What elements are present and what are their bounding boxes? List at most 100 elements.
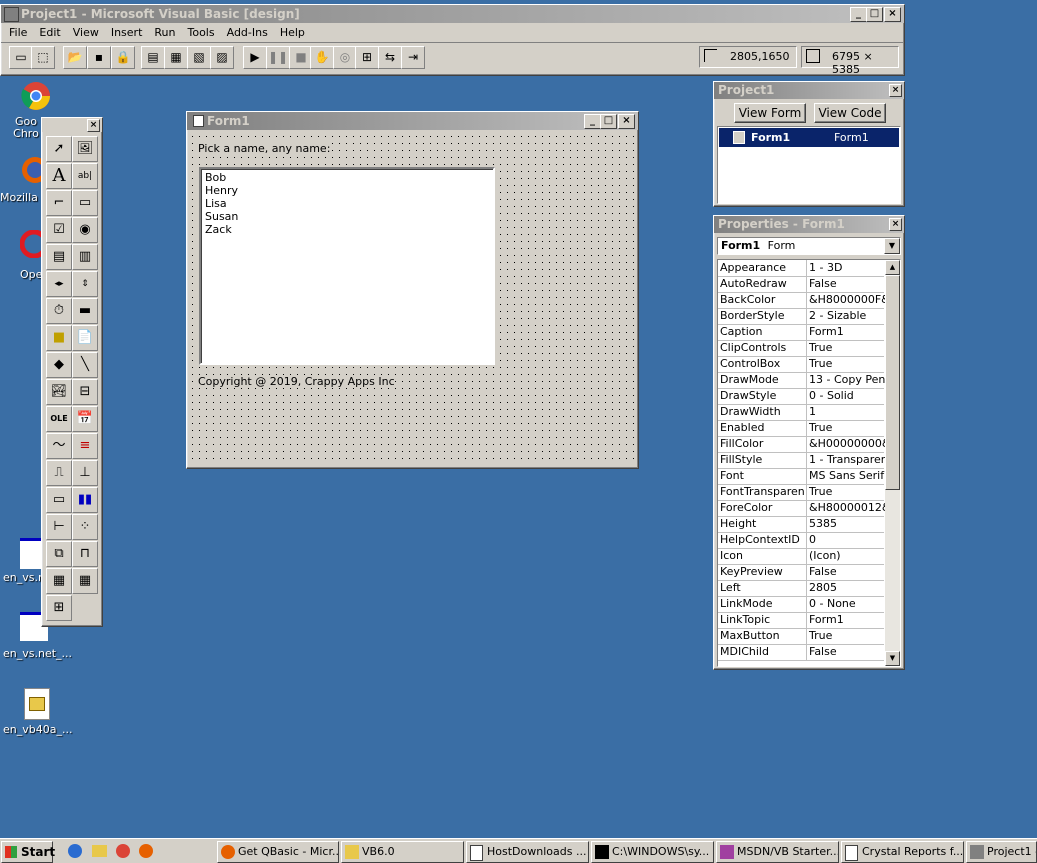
label-tool[interactable]: A xyxy=(46,163,72,189)
add-project-button[interactable]: ▭ xyxy=(9,46,33,69)
property-row[interactable]: FillStyle 1 - Transparent xyxy=(718,452,887,469)
taskbar-item[interactable]: MSDN/VB Starter... xyxy=(716,841,839,863)
hscrollbar-tool[interactable]: ◂▸ xyxy=(46,271,72,297)
statusbar-tool[interactable]: ▭ xyxy=(46,487,72,513)
project-close-button[interactable]: × xyxy=(889,84,902,97)
menu-file[interactable]: File xyxy=(3,23,33,42)
listview-tool[interactable]: ⁘ xyxy=(72,514,98,540)
property-row[interactable]: DrawStyle 0 - Solid xyxy=(718,388,884,405)
properties-close-button[interactable]: × xyxy=(889,218,902,231)
property-row[interactable]: Height 5385 xyxy=(718,516,884,533)
property-row[interactable]: FontTransparent True xyxy=(718,484,884,501)
property-value[interactable]: 13 - Copy Pen xyxy=(806,372,887,388)
property-row[interactable]: DrawWidth 1 xyxy=(718,404,884,421)
toolbox-toggle-button[interactable]: ▨ xyxy=(210,46,234,69)
properties-button[interactable]: ▦ xyxy=(164,46,188,69)
taskbar-item[interactable]: Project1 - xyxy=(966,841,1037,863)
chart-tool[interactable]: 〜 xyxy=(46,433,72,459)
optionbutton-tool[interactable]: ◉ xyxy=(72,217,98,243)
form-layout-button[interactable]: ⇆ xyxy=(378,46,402,69)
image-tool[interactable]: 🏞 xyxy=(46,379,72,405)
property-row[interactable]: Caption Form1 xyxy=(718,324,884,341)
tabstrip-tool[interactable]: ⎍ xyxy=(46,460,72,486)
property-value[interactable]: 1 - 3D xyxy=(806,260,887,276)
property-row[interactable]: ClipControls True xyxy=(718,340,884,357)
property-row[interactable]: BackColor &H8000000F& xyxy=(718,292,887,309)
run-button[interactable]: ▶ xyxy=(243,46,267,69)
timer-tool[interactable]: ⏱ xyxy=(46,298,72,324)
property-value[interactable]: 0 xyxy=(806,532,887,548)
properties-title-bar[interactable]: Properties - Form1 × xyxy=(714,216,904,233)
scroll-down-button[interactable]: ▼ xyxy=(885,651,900,666)
property-value[interactable]: Form1 xyxy=(806,324,887,340)
data-view-button[interactable]: ⇥ xyxy=(401,46,425,69)
property-value[interactable]: 1 xyxy=(806,404,887,420)
taskbar-item[interactable]: VB6.0 xyxy=(341,841,464,863)
datagrid-tool[interactable]: ▦ xyxy=(46,568,72,594)
property-row[interactable]: Font MS Sans Serif xyxy=(718,468,884,485)
menu-add-ins[interactable]: Add-Ins xyxy=(221,23,274,42)
property-row[interactable]: Appearance 1 - 3D xyxy=(718,260,884,277)
property-value[interactable]: True xyxy=(806,340,887,356)
property-row[interactable]: HelpContextID 0 xyxy=(718,532,884,549)
property-value[interactable]: 0 - None xyxy=(806,596,887,612)
listbox-tool[interactable]: ▥ xyxy=(72,244,98,270)
menu-run[interactable]: Run xyxy=(148,23,181,42)
property-value[interactable]: &H80000012& xyxy=(806,500,887,516)
frame-tool[interactable]: ⌐ xyxy=(46,190,72,216)
form-close-button[interactable]: × xyxy=(618,114,635,129)
imagelist-tool[interactable]: ⧉ xyxy=(46,541,72,567)
form-design-surface[interactable]: Pick a name, any name: Bob Henry Lisa Su… xyxy=(189,133,634,464)
property-row[interactable]: ControlBox True xyxy=(718,356,884,373)
toolbox-title-bar[interactable]: × xyxy=(42,118,102,132)
taskbar-item[interactable]: C:\WINDOWS\sy... xyxy=(591,841,714,863)
property-value[interactable]: &H8000000F& xyxy=(806,292,887,308)
view-code-button[interactable]: View Code xyxy=(814,103,886,123)
open-button[interactable]: 📂 xyxy=(63,46,87,69)
filelistbox-tool[interactable]: 📄 xyxy=(72,325,98,351)
property-value[interactable]: 5385 xyxy=(806,516,887,532)
taskbar-item[interactable]: HostDownloads ... xyxy=(466,841,589,863)
property-row[interactable]: Left 2805 xyxy=(718,580,884,597)
menu-edit[interactable]: Edit xyxy=(33,23,66,42)
toolbar-tool[interactable]: ⊓ xyxy=(72,541,98,567)
form1-title-bar[interactable]: Form1 _ □ × xyxy=(187,112,638,130)
data-tool[interactable]: ⊟ xyxy=(72,379,98,405)
property-value[interactable]: 1 - Transparent xyxy=(806,452,887,468)
commandbutton-tool[interactable]: ▭ xyxy=(72,190,98,216)
project-title-bar[interactable]: Project1 × xyxy=(714,82,904,99)
firefox-icon[interactable] xyxy=(139,844,153,858)
chevron-down-icon[interactable]: ▼ xyxy=(884,238,900,254)
property-row[interactable]: LinkMode 0 - None xyxy=(718,596,884,613)
project-explorer-button[interactable]: ▧ xyxy=(187,46,211,69)
property-value[interactable]: 0 - Solid xyxy=(806,388,887,404)
calendar-tool[interactable]: 📅 xyxy=(72,406,98,432)
property-row[interactable]: LinkTopic Form1 xyxy=(718,612,884,629)
property-row[interactable]: AutoRedraw False xyxy=(718,276,884,293)
desktop-icon-installer[interactable] xyxy=(24,688,50,720)
label-copyright[interactable]: Copyright @ 2019, Crappy Apps Inc xyxy=(198,375,395,388)
grid-tool[interactable]: ⊞ xyxy=(46,595,72,621)
main-title-bar[interactable]: Project1 - Microsoft Visual Basic [desig… xyxy=(1,5,904,23)
property-row[interactable]: MDIChild False xyxy=(718,644,884,661)
scroll-up-button[interactable]: ▲ xyxy=(885,260,900,275)
property-row[interactable]: Icon (Icon) xyxy=(718,548,884,565)
close-button[interactable]: × xyxy=(884,7,901,22)
object-browser-button[interactable]: ⊞ xyxy=(355,46,379,69)
save-button[interactable]: ▪ xyxy=(87,46,111,69)
property-row[interactable]: KeyPreview False xyxy=(718,564,884,581)
property-value[interactable]: True xyxy=(806,420,887,436)
project-tree-item-form1[interactable]: Form1 Form1 xyxy=(719,128,899,147)
dirlistbox-tool[interactable]: ■ xyxy=(46,325,72,351)
flexgrid-tool[interactable]: ▦ xyxy=(72,568,98,594)
property-row[interactable]: DrawMode 13 - Copy Pen xyxy=(718,372,887,389)
property-value[interactable]: MS Sans Serif xyxy=(806,468,887,484)
menu-view[interactable]: View xyxy=(67,23,105,42)
property-value[interactable]: True xyxy=(806,484,887,500)
picturebox-tool[interactable]: 🖼 xyxy=(72,136,98,162)
form-maximize-button[interactable]: □ xyxy=(600,114,617,129)
scroll-thumb[interactable] xyxy=(885,275,900,490)
toolbox-close-button[interactable]: × xyxy=(87,119,100,132)
properties-scrollbar[interactable]: ▲ ▼ xyxy=(885,260,900,666)
treeview-tool[interactable]: ⊢ xyxy=(46,514,72,540)
